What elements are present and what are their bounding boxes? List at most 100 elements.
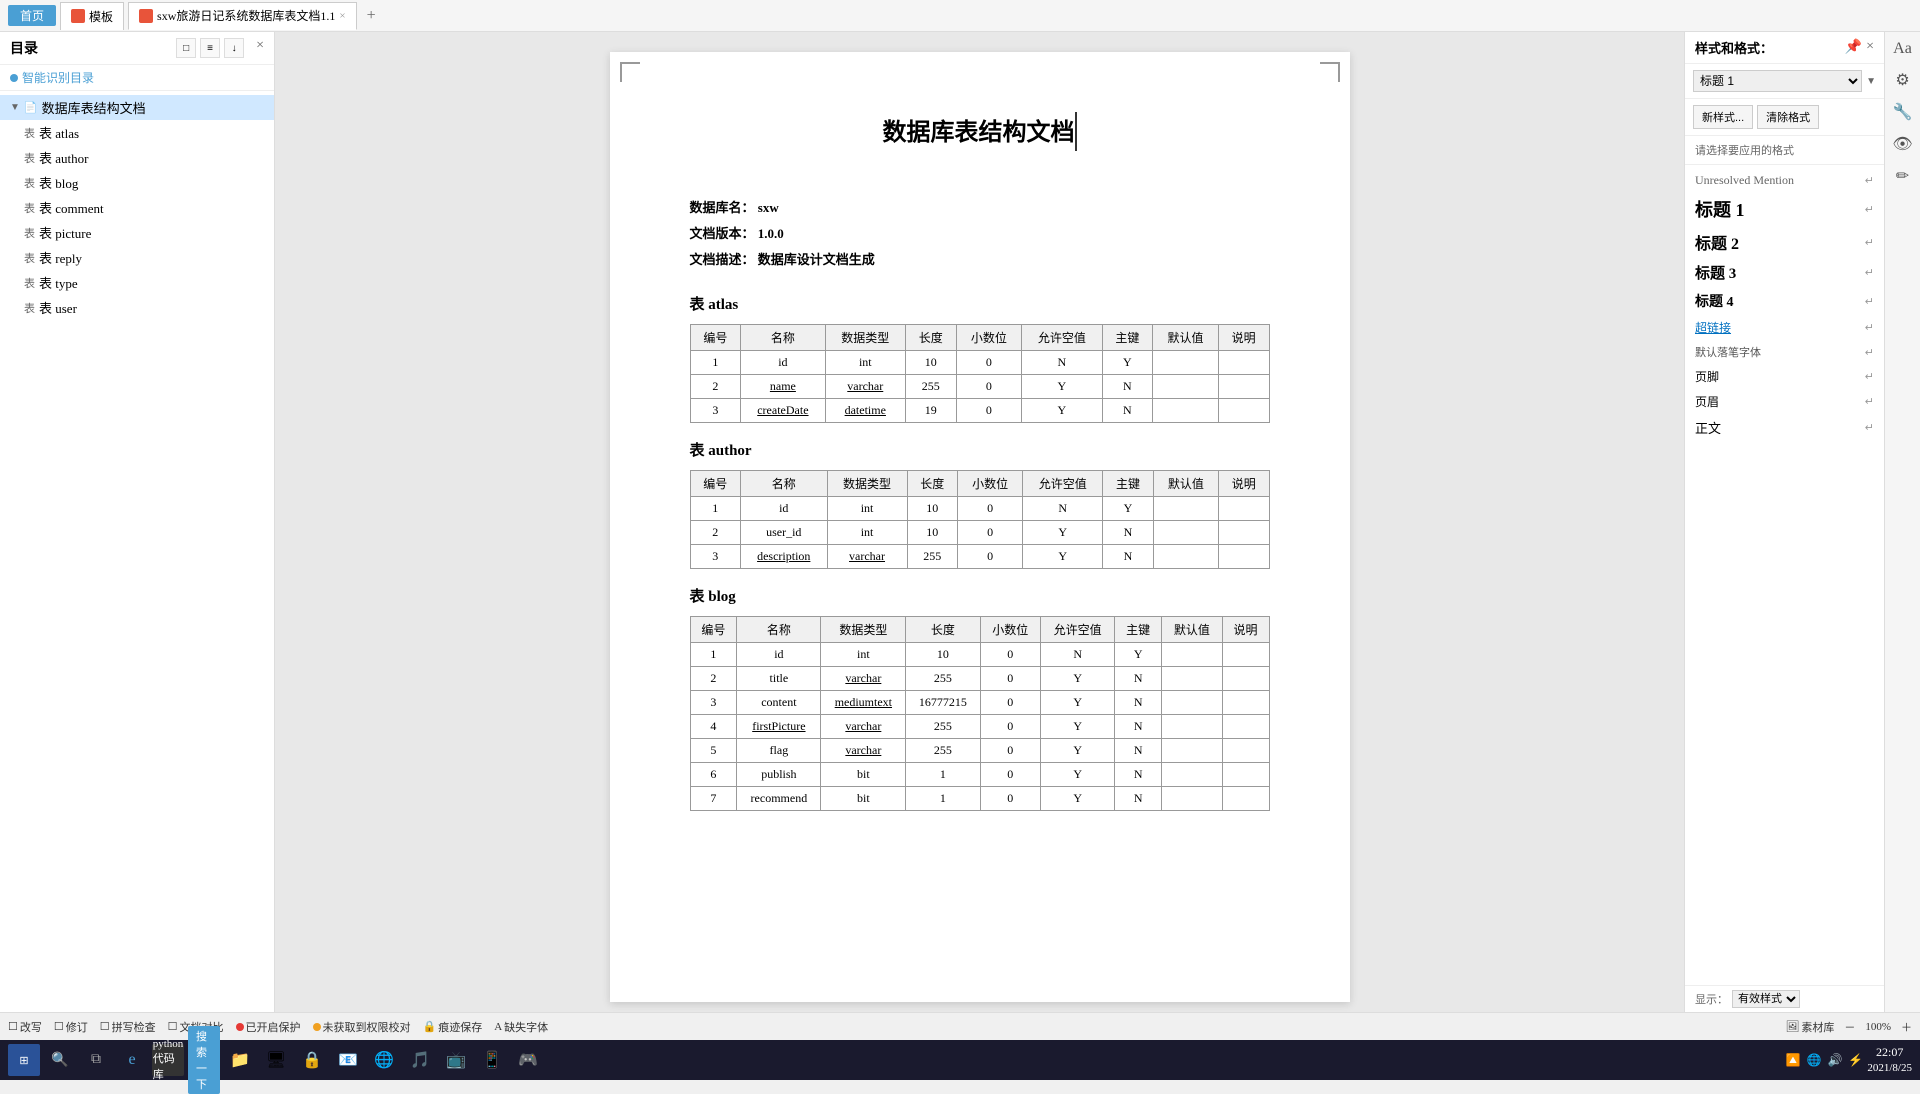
sidebar-title: 目录 (10, 38, 38, 58)
sidebar-item-blog[interactable]: 表 表 blog (0, 170, 274, 195)
sidebar-item-reply[interactable]: 表 表 reply (0, 245, 274, 270)
checkbox-spell: ☐ (100, 1020, 110, 1033)
app2-taskbar[interactable]: 🔒 (296, 1044, 328, 1076)
sidebar-item-picture[interactable]: 表 表 picture (0, 220, 274, 245)
sidebar-btn-2[interactable]: ≡ (200, 38, 220, 58)
table-row: 7recommendbit10YN (690, 787, 1269, 811)
style-item-hyperlink[interactable]: 超链接 ↵ (1685, 315, 1884, 340)
style-heading-select[interactable]: 标题 1 (1693, 70, 1862, 92)
doc-area[interactable]: 数据库表结构文档 数据库名： sxw 文档版本： 1.0.0 文档描述： 数据库… (275, 32, 1684, 1012)
sidebar-item-user[interactable]: 表 表 user (0, 295, 274, 320)
sidebar-item-author[interactable]: 表 表 author (0, 145, 274, 170)
search-taskbar-2[interactable]: 搜索一下 (188, 1044, 220, 1076)
zoom-out-button[interactable]: － (1844, 1019, 1855, 1035)
app4-icon: 🌐 (374, 1050, 394, 1070)
meta-db-name-value: sxw (758, 200, 779, 215)
font-button[interactable]: A 缺失字体 (494, 1019, 548, 1035)
smart-toc-bar[interactable]: 智能识别目录 (0, 65, 274, 91)
style-item-pagebreak[interactable]: 页脚 ↵ (1685, 364, 1884, 389)
th-author-3: 长度 (907, 471, 957, 497)
home-button[interactable]: 首页 (8, 5, 56, 26)
format-icon[interactable]: Aa (1893, 40, 1912, 58)
remove-style-button[interactable]: 清除格式 (1757, 105, 1819, 129)
th-blog-1: 名称 (737, 617, 821, 643)
sidebar-item-type[interactable]: 表 表 type (0, 270, 274, 295)
sys-icon-1: 🔼 (1786, 1053, 1801, 1068)
sidebar-item-atlas[interactable]: 表 表 atlas (0, 120, 274, 145)
top-bar: 首页 模板 sxw旅游日记系统数据库表文档1.1 × + (0, 0, 1920, 32)
style-item-body[interactable]: 正文 ↵ (1685, 414, 1884, 441)
style-item-h1[interactable]: 标题 1 ↵ (1685, 192, 1884, 226)
new-style-button[interactable]: 新样式... (1693, 105, 1753, 129)
browser-taskbar[interactable]: e (116, 1044, 148, 1076)
file-manager-taskbar[interactable]: 📁 (224, 1044, 256, 1076)
style-item-h3[interactable]: 标题 3 ↵ (1685, 258, 1884, 287)
app1-taskbar[interactable]: 🖥 (260, 1044, 292, 1076)
table-row: 2namevarchar2550YN (690, 375, 1269, 399)
track-button[interactable]: 🔒 痕迹保存 (423, 1019, 483, 1035)
style-item-h2[interactable]: 标题 2 ↵ (1685, 226, 1884, 258)
style-item-caption[interactable]: 默认落笔字体 ↵ (1685, 340, 1884, 364)
eye-icon[interactable]: 👁 (1892, 134, 1912, 154)
app8-icon: 🎮 (518, 1050, 538, 1070)
protection-button[interactable]: 已开启保护 (236, 1019, 301, 1035)
show-effective: 显示： 有效样式 (1685, 985, 1884, 1012)
show-select[interactable]: 有效样式 (1732, 990, 1800, 1008)
auth-dot (313, 1023, 321, 1031)
th-blog-2: 数据类型 (821, 617, 906, 643)
sidebar-btn-3[interactable]: ↓ (224, 38, 244, 58)
edit-icon[interactable]: ✏ (1896, 166, 1909, 186)
right-panel-close-btn[interactable]: × (1866, 39, 1874, 56)
app6-taskbar[interactable]: 📺 (440, 1044, 472, 1076)
app6-icon: 📺 (446, 1050, 466, 1070)
revise-button[interactable]: ☐ 改写 (8, 1019, 42, 1035)
style-item-pagenum[interactable]: 页眉 ↵ (1685, 389, 1884, 414)
table-row: 2user_idint100YN (690, 521, 1269, 545)
app8-taskbar[interactable]: 🎮 (512, 1044, 544, 1076)
taskview-taskbar[interactable]: ⧉ (80, 1044, 112, 1076)
sidebar-btn-1[interactable]: □ (176, 38, 196, 58)
spell-button[interactable]: ☐ 拼写检查 (100, 1019, 156, 1035)
sys-icon-4: ⚡ (1848, 1053, 1863, 1068)
app4-taskbar[interactable]: 🌐 (368, 1044, 400, 1076)
style-item-unresolved[interactable]: Unresolved Mention ↵ (1685, 169, 1884, 192)
app5-icon: 🎵 (410, 1050, 430, 1070)
settings-icon[interactable]: ⚙ (1895, 70, 1909, 90)
sidebar-label-blog: 表 blog (39, 173, 78, 192)
font-label: 缺失字体 (504, 1019, 548, 1035)
edit-button[interactable]: ☐ 修订 (54, 1019, 88, 1035)
add-tab-button[interactable]: + (361, 7, 382, 25)
th-author-4: 小数位 (958, 471, 1023, 497)
revise-label: 改写 (20, 1019, 42, 1035)
sidebar-item-comment[interactable]: 表 表 comment (0, 195, 274, 220)
style-item-h4[interactable]: 标题 4 ↵ (1685, 287, 1884, 315)
th-blog-0: 编号 (690, 617, 737, 643)
tab-icon-doc (139, 9, 153, 23)
tab-template[interactable]: 模板 (60, 2, 124, 30)
sidebar-item-root[interactable]: ▼ 📄 数据库表结构文档 (0, 95, 274, 120)
apply-icon-hyperlink: ↵ (1865, 321, 1874, 334)
tab-close-doc[interactable]: × (339, 10, 345, 22)
tab-doc[interactable]: sxw旅游日记系统数据库表文档1.1 × (128, 2, 357, 30)
app5-taskbar[interactable]: 🎵 (404, 1044, 436, 1076)
start-button[interactable]: ⊞ (8, 1044, 40, 1076)
auth-button[interactable]: 未获取到权限校对 (313, 1019, 411, 1035)
th-atlas-6: 主键 (1102, 325, 1153, 351)
doc-icon-author: 表 (24, 150, 35, 166)
zoom-in-button[interactable]: ＋ (1901, 1019, 1912, 1035)
app7-taskbar[interactable]: 📱 (476, 1044, 508, 1076)
meta-db-name-label: 数据库名： (690, 200, 755, 215)
style-label-caption: 默认落笔字体 (1695, 344, 1761, 360)
style-label-h4: 标题 4 (1695, 291, 1734, 311)
sidebar-close-btn[interactable]: × (256, 38, 264, 58)
search-taskbar[interactable]: 🔍 (44, 1044, 76, 1076)
tools-icon[interactable]: 🔧 (1893, 102, 1913, 122)
app3-taskbar[interactable]: 📧 (332, 1044, 364, 1076)
python-taskbar-label[interactable]: python代码库 (152, 1044, 184, 1076)
table-blog: 编号 名称 数据类型 长度 小数位 允许空值 主键 默认值 说明 1idint1… (690, 616, 1270, 811)
apply-icon-unresolved: ↵ (1865, 174, 1874, 187)
material-button[interactable]: 🖼 素材库 (1785, 1019, 1834, 1035)
apply-icon-caption: ↵ (1865, 346, 1874, 359)
taskbar-clock[interactable]: 22:07 2021/8/25 (1867, 1044, 1912, 1076)
pin-icon[interactable]: 📌 (1845, 39, 1862, 56)
